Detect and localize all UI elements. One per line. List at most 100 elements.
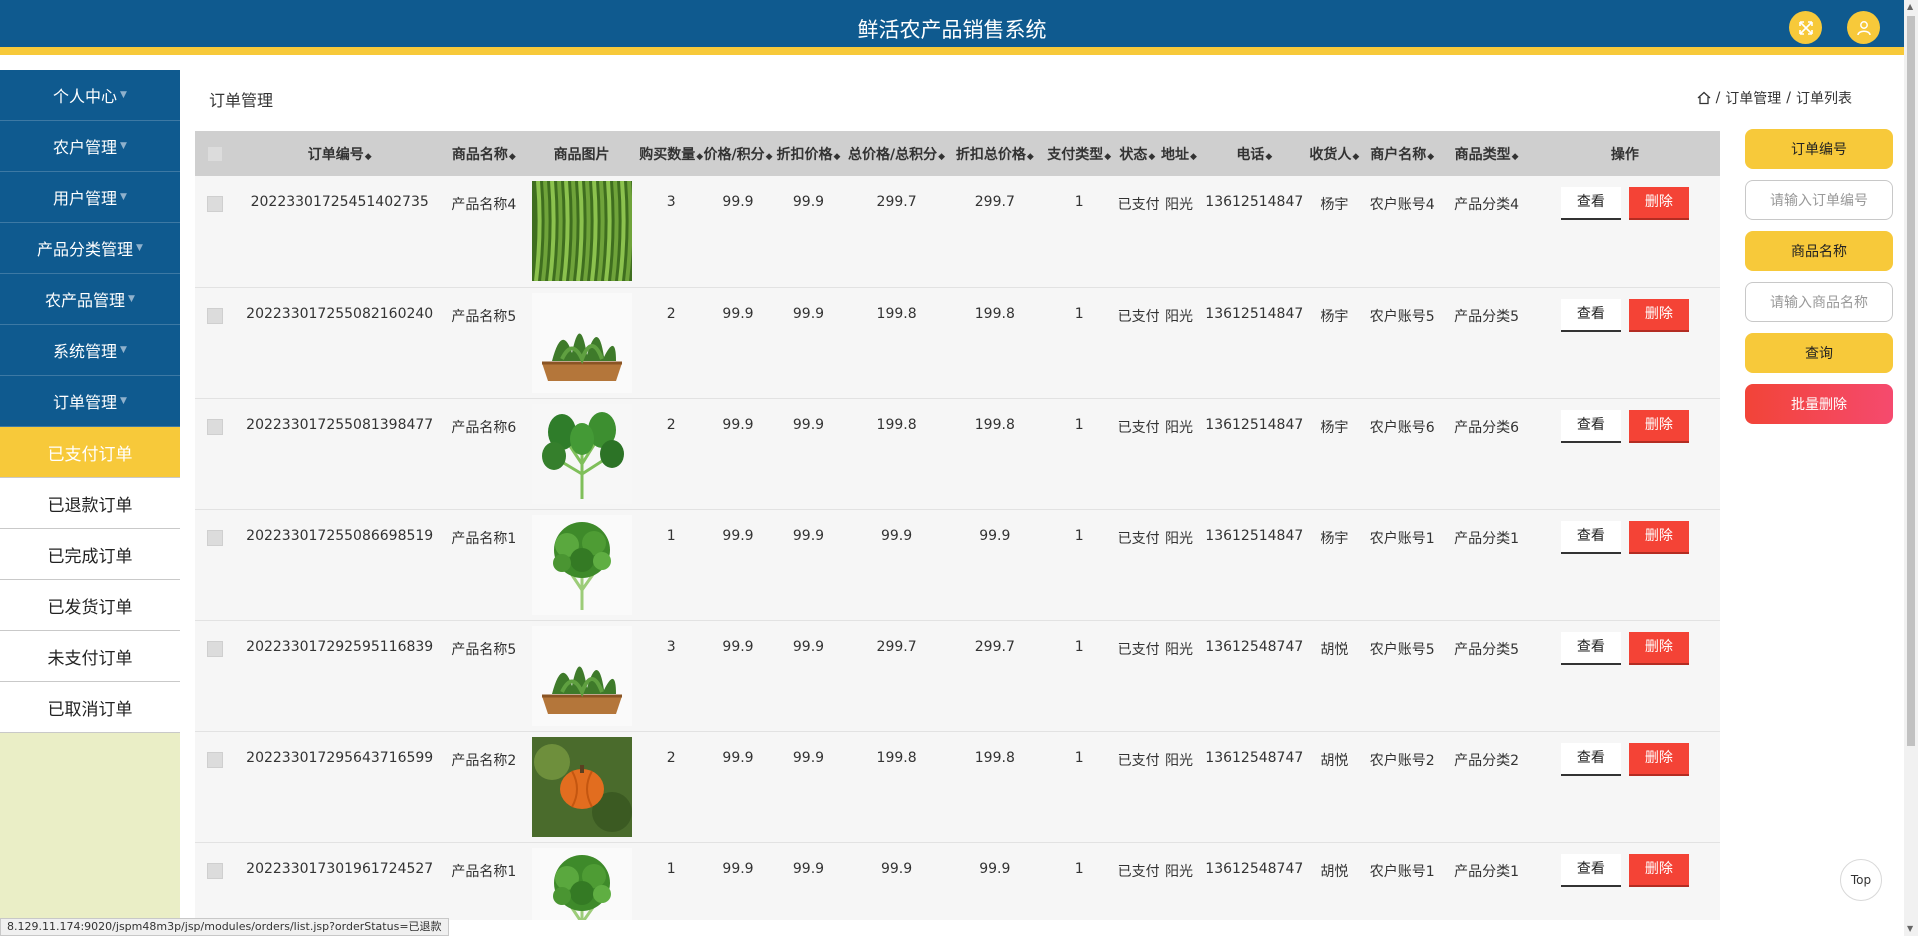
menu-category-mgmt[interactable]: 产品分类管理 ▼ — [0, 223, 180, 274]
col-header[interactable]: 商品类型◆ — [1443, 131, 1530, 176]
delete-button[interactable]: 删除 — [1628, 520, 1689, 554]
user-button[interactable] — [1847, 11, 1880, 44]
product-image-cell — [524, 287, 639, 398]
delete-button[interactable]: 删除 — [1628, 631, 1689, 665]
cell-receiver: 杨宇 — [1320, 419, 1349, 436]
row-checkbox[interactable] — [207, 529, 224, 546]
actions-cell: 查看 删除 — [1530, 509, 1720, 620]
submenu-completed-orders[interactable]: 已完成订单 — [0, 529, 180, 580]
back-to-top-button[interactable]: Top — [1840, 859, 1882, 901]
cell-qty: 1 — [666, 527, 676, 544]
col-header[interactable]: 折扣价格◆ — [773, 131, 845, 176]
delete-button[interactable]: 删除 — [1628, 187, 1689, 220]
cell-qty: 3 — [666, 638, 676, 655]
product-image — [531, 625, 632, 726]
cell-qty: 3 — [666, 194, 676, 210]
row-checkbox[interactable] — [207, 862, 224, 879]
product-image-cell — [524, 398, 639, 509]
col-header[interactable]: 订单编号◆ — [236, 131, 444, 176]
breadcrumb: / 订单管理 / 订单列表 — [1697, 88, 1852, 108]
view-button[interactable]: 查看 — [1560, 520, 1621, 554]
product-image — [531, 292, 632, 393]
table-row: 202233017255086698519 产品名称1 1 99.9 99.9 99.9 9… — [195, 509, 1720, 620]
breadcrumb-order-mgmt[interactable]: 订单管理 — [1725, 88, 1781, 108]
header-stripe — [0, 47, 1904, 55]
view-button[interactable]: 查看 — [1560, 187, 1621, 220]
submenu-shipped-orders[interactable]: 已发货订单 — [0, 580, 180, 631]
cell-addr: 阳光 — [1165, 863, 1194, 880]
batch-delete-button[interactable]: 批量删除 — [1745, 384, 1893, 424]
view-button[interactable]: 查看 — [1560, 409, 1621, 443]
delete-button[interactable]: 删除 — [1628, 409, 1689, 443]
view-button[interactable]: 查看 — [1560, 742, 1621, 776]
product-image — [531, 403, 632, 504]
product-name-input[interactable]: 请输入商品名称 — [1745, 282, 1893, 322]
vertical-scrollbar[interactable]: ▲ ▼ — [1904, 0, 1918, 936]
row-checkbox[interactable] — [207, 307, 224, 324]
row-checkbox[interactable] — [207, 640, 224, 657]
menu-order-mgmt[interactable]: 订单管理 ▼ — [0, 376, 180, 427]
cell-disc: 99.9 — [792, 194, 825, 210]
cell-qty: 1 — [666, 860, 676, 877]
col-header[interactable]: 折扣总价格◆ — [949, 131, 1041, 176]
menu-personal-center[interactable]: 个人中心 ▼ — [0, 70, 180, 121]
cell-price: 99.9 — [722, 194, 754, 210]
row-checkbox[interactable] — [207, 751, 224, 768]
select-all-checkbox[interactable] — [207, 145, 224, 162]
table-row: 202233017295643716599 产品名称2 2 99.9 99.9 199.8… — [195, 731, 1720, 842]
cell-receiver: 胡悦 — [1320, 863, 1349, 880]
product-image-cell — [524, 176, 639, 287]
col-header[interactable]: 价格/积分◆ — [703, 131, 772, 176]
submenu-paid-orders[interactable]: 已支付订单 — [0, 427, 180, 478]
row-checkbox[interactable] — [207, 196, 224, 212]
app-title: 鲜活农产品销售系统 — [857, 18, 1047, 42]
col-header[interactable]: 状态◆ — [1118, 131, 1158, 176]
cell-receiver: 胡悦 — [1320, 641, 1349, 658]
col-header[interactable]: 支付类型◆ — [1041, 131, 1118, 176]
cell-price: 99.9 — [722, 749, 754, 766]
cell-disc-total: 199.8 — [974, 749, 1015, 766]
cell-merchant: 农户账号5 — [1369, 641, 1435, 658]
cell-qty: 2 — [666, 416, 676, 433]
cell-phone: 13612514847 — [1205, 194, 1304, 210]
cell-phone: 13612514847 — [1205, 416, 1304, 433]
submenu-refunded-orders[interactable]: 已退款订单 — [0, 478, 180, 529]
menu-user-mgmt[interactable]: 用户管理 ▼ — [0, 172, 180, 223]
menu-label: 个人中心 — [53, 87, 118, 106]
submenu-cancelled-orders[interactable]: 已取消订单 — [0, 682, 180, 733]
breadcrumb-sep: / — [1786, 90, 1791, 106]
view-button[interactable]: 查看 — [1560, 631, 1621, 665]
cell-status: 已支付 — [1117, 530, 1160, 547]
fullscreen-button[interactable] — [1789, 11, 1822, 44]
cell-receiver: 胡悦 — [1320, 752, 1349, 769]
delete-button[interactable]: 删除 — [1628, 853, 1689, 887]
cell-category: 产品分类6 — [1454, 419, 1519, 436]
sort-icon: ◆ — [938, 151, 946, 162]
menu-system-mgmt[interactable]: 系统管理 ▼ — [0, 325, 180, 376]
delete-button[interactable]: 删除 — [1628, 298, 1689, 332]
order-no-input[interactable]: 请输入订单编号 — [1745, 180, 1893, 220]
submenu-unpaid-orders[interactable]: 未支付订单 — [0, 631, 180, 682]
scroll-down-icon[interactable]: ▼ — [1907, 924, 1913, 933]
col-header[interactable]: 电话◆ — [1201, 131, 1308, 176]
cell-category: 产品分类4 — [1454, 197, 1519, 213]
col-header[interactable]: 地址◆ — [1157, 131, 1201, 176]
home-icon[interactable] — [1697, 91, 1711, 105]
col-header[interactable]: 购买数量◆ — [639, 131, 703, 176]
row-checkbox[interactable] — [207, 418, 224, 435]
cell-name: 产品名称2 — [451, 752, 517, 769]
scroll-up-icon[interactable]: ▲ — [1907, 2, 1913, 11]
col-header[interactable]: 商品名称◆ — [444, 131, 524, 176]
col-header[interactable]: 总价格/总积分◆ — [844, 131, 949, 176]
cell-category: 产品分类5 — [1454, 308, 1519, 325]
query-button[interactable]: 查询 — [1745, 333, 1893, 373]
scroll-thumb[interactable] — [1907, 16, 1915, 746]
col-header[interactable]: 商户名称◆ — [1361, 131, 1443, 176]
menu-farmer-mgmt[interactable]: 农户管理 ▼ — [0, 121, 180, 172]
view-button[interactable]: 查看 — [1560, 853, 1621, 887]
col-header[interactable]: 收货人◆ — [1308, 131, 1361, 176]
delete-button[interactable]: 删除 — [1628, 742, 1689, 776]
view-button[interactable]: 查看 — [1560, 298, 1621, 332]
menu-product-mgmt[interactable]: 农产品管理 ▼ — [0, 274, 180, 325]
table-row: 202233017255081398477 产品名称6 2 99.9 99.9 199.8… — [195, 398, 1720, 509]
